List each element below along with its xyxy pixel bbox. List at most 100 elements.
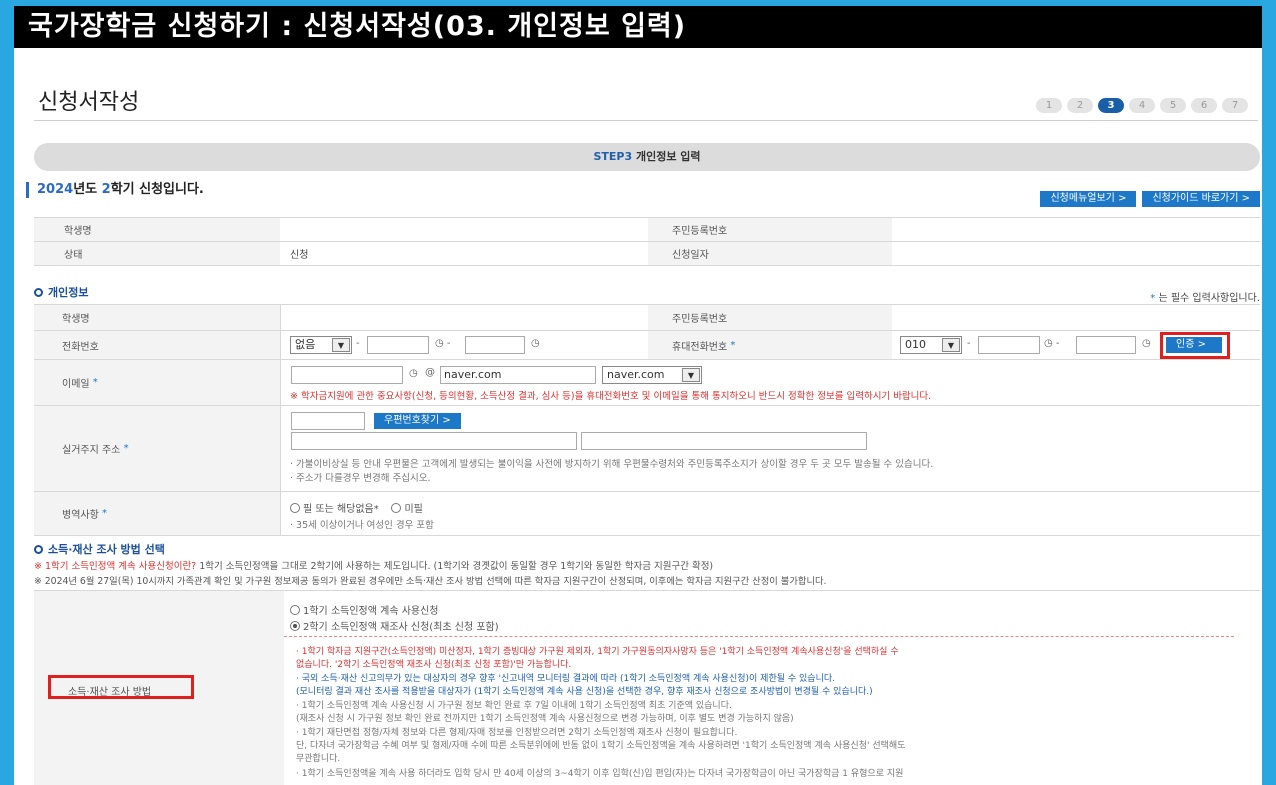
military-incomplete-label: 미필	[404, 504, 423, 515]
email-at-sign: @	[425, 367, 435, 378]
circle-bullet-icon	[34, 545, 43, 554]
mobile-prefix-select[interactable]: 010 ▼	[900, 336, 962, 354]
phone-label: 전화번호	[34, 331, 280, 360]
name-value	[280, 305, 648, 331]
chevron-down-icon: ▼	[682, 368, 700, 382]
required-star: *	[730, 339, 736, 351]
military-complete-radio[interactable]	[290, 503, 300, 513]
step-7: 7	[1222, 98, 1248, 113]
semester-year-suffix: 년도	[73, 182, 102, 197]
income-option-1-radio[interactable]	[290, 605, 300, 615]
military-label-text: 병역사항	[62, 510, 99, 521]
income-option-2[interactable]: 2학기 소득인정액 재조사 신청(최초 신청 포함)	[290, 618, 499, 633]
highlight-verify-button	[1160, 332, 1230, 359]
title-divider	[34, 120, 1258, 121]
summary-status-label: 상태	[34, 241, 280, 266]
income-gray-4: 단, 다자녀 국가장학금 수혜 여부 및 형제/자매 수에 따른 소득분위에에 …	[296, 741, 906, 751]
summary-table: 학생명 주민등록번호 상태 신청 신청일자	[34, 217, 1260, 266]
required-note: * 는 필수 입력사항입니다.	[1150, 289, 1260, 304]
window-frame: 국가장학금 신청하기 : 신청서작성(03. 개인정보 입력) 신청서작성 12…	[14, 6, 1262, 785]
email-label-text: 이메일	[62, 379, 90, 390]
step-number: STEP3	[593, 150, 633, 163]
military-label: 병역사항 *	[34, 492, 280, 536]
chevron-down-icon: ▼	[332, 338, 350, 352]
income-red-2: 없습니다. '2학기 소득인정액 재조사 신청(최초 신청 포함)'만 가능합니…	[296, 660, 572, 670]
income-section-title: 소득·재산 조사 방법 선택	[34, 541, 165, 557]
name-label: 학생명	[34, 305, 280, 331]
income-blue-2: (모니터링 결과 재산 조사를 적용받을 대상자가 (1학기 소득인정액 계속 …	[296, 687, 873, 697]
manual-button[interactable]: 신청메뉴얼보기 >	[1040, 191, 1137, 207]
income-gray-2: (재조사 신청 시 가구원 정보 확인 완료 전까지만 1학기 소득인정액 계속…	[296, 714, 794, 724]
email-notice: ※ 학자금지원에 관한 중요사항(신청, 등의현황, 소득산정 결과, 심사 등…	[290, 391, 932, 402]
zipcode-input[interactable]	[291, 412, 365, 430]
income-option-1-label: 1학기 소득인정액 계속 사용신청	[303, 606, 439, 617]
clock-icon: ◷	[1142, 338, 1151, 349]
address-note-2: · 주소가 다를경우 변경해 주십시오.	[290, 473, 431, 484]
step-banner: STEP3 개인정보 입력	[34, 143, 1260, 171]
summary-rrn-label: 주민등록번호	[648, 217, 892, 242]
email-label: 이메일 *	[34, 360, 280, 406]
semester-year: 2024	[37, 182, 74, 197]
required-note-text: 는 필수 입력사항입니다.	[1155, 293, 1260, 304]
income-gray-1: · 1학기 소득인정액 계속 사용신청 시 가구원 정보 확인 완료 후 7일 …	[296, 701, 732, 711]
military-complete-label: 필 또는 해당없음*	[303, 504, 379, 515]
highlight-income-method-label	[48, 675, 194, 699]
dash-separator: -	[356, 338, 360, 349]
personal-section-title: 개인정보	[34, 284, 88, 300]
income-blue-1: · 국외 소득·재산 신고의무가 있는 대상자의 경우 향후 '신고내역 모니터…	[296, 674, 835, 684]
summary-name-value	[280, 217, 648, 242]
email-domain-input[interactable]: naver.com	[440, 366, 596, 384]
income-option-2-radio[interactable]	[290, 621, 300, 631]
semester-suffix: 학기 신청입니다.	[110, 182, 204, 197]
email-domain-select-value: naver.com	[607, 368, 665, 381]
circle-bullet-icon	[34, 288, 43, 297]
guide-buttons: 신청메뉴얼보기 > 신청가이드 바로가기 >	[1040, 191, 1260, 207]
step-2: 2	[1067, 98, 1093, 113]
divider	[284, 636, 1234, 637]
email-domain-select[interactable]: naver.com ▼	[602, 366, 702, 384]
military-options: 필 또는 해당없음* 미필	[290, 500, 423, 515]
clock-icon: ◷	[531, 338, 540, 349]
chevron-down-icon: ▼	[942, 338, 960, 352]
phone-prefix-select[interactable]: 없음 ▼	[290, 336, 352, 354]
address-line2-input[interactable]	[581, 432, 867, 450]
personal-section-label: 개인정보	[48, 286, 89, 299]
step-5: 5	[1160, 98, 1186, 113]
summary-date-label: 신청일자	[648, 241, 892, 266]
income-gray-3: · 1학기 재단면접 정형/자체 정보와 다른 형제/자매 정보를 인정받으려면…	[296, 728, 738, 738]
mobile-last-input[interactable]	[1076, 336, 1136, 354]
phone-middle-input[interactable]	[367, 336, 429, 354]
step-indicator: 1234567	[1036, 98, 1248, 113]
email-id-input[interactable]	[291, 366, 403, 384]
required-star: *	[92, 377, 98, 388]
table-row: 학생명 주민등록번호	[34, 217, 1260, 242]
mobile-middle-input[interactable]	[978, 336, 1040, 354]
address-label: 실거주지 주소 *	[34, 406, 280, 492]
header-title: 국가장학금 신청하기 : 신청서작성(03. 개인정보 입력)	[14, 6, 1262, 48]
income-notice-1: ※ 1학기 소득인정액 계속 사용신청이란? 1학기 소득인정액을 그대로 2학…	[34, 558, 713, 572]
address-line1-input[interactable]	[291, 432, 577, 450]
summary-rrn-value	[892, 217, 1260, 242]
military-incomplete-radio[interactable]	[391, 503, 402, 513]
income-option-1[interactable]: 1학기 소득인정액 계속 사용신청	[290, 602, 439, 617]
step-3: 3	[1098, 98, 1124, 113]
military-note: · 35세 이상이거나 여성인 경우 포함	[290, 520, 434, 531]
step-1: 1	[1036, 98, 1062, 113]
semester-term: 2	[101, 182, 111, 197]
phone-last-input[interactable]	[465, 336, 525, 354]
guide-button[interactable]: 신청가이드 바로가기 >	[1142, 191, 1260, 207]
zipcode-search-button[interactable]: 우편번호찾기 >	[374, 413, 461, 429]
income-gray-6: · 1학기 소득인정액을 계속 사용 하더라도 입학 당시 만 40세 이상의 …	[296, 769, 904, 779]
income-notice-2: ※ 2024년 6월 27일(목) 10시까지 가족관계 확인 및 가구원 정보…	[34, 576, 827, 587]
summary-date-value	[892, 241, 1260, 266]
dash-separator: -	[967, 338, 971, 349]
address-label-text: 실거주지 주소	[62, 445, 121, 456]
rrn-label: 주민등록번호	[648, 305, 892, 331]
rrn-value	[892, 305, 1260, 331]
summary-status-value: 신청	[280, 241, 648, 266]
divider	[280, 305, 281, 536]
clock-icon: ◷ -	[435, 338, 451, 349]
page-title: 신청서작성	[38, 90, 140, 115]
mobile-label: 휴대전화번호 *	[648, 331, 892, 360]
step-4: 4	[1129, 98, 1155, 113]
